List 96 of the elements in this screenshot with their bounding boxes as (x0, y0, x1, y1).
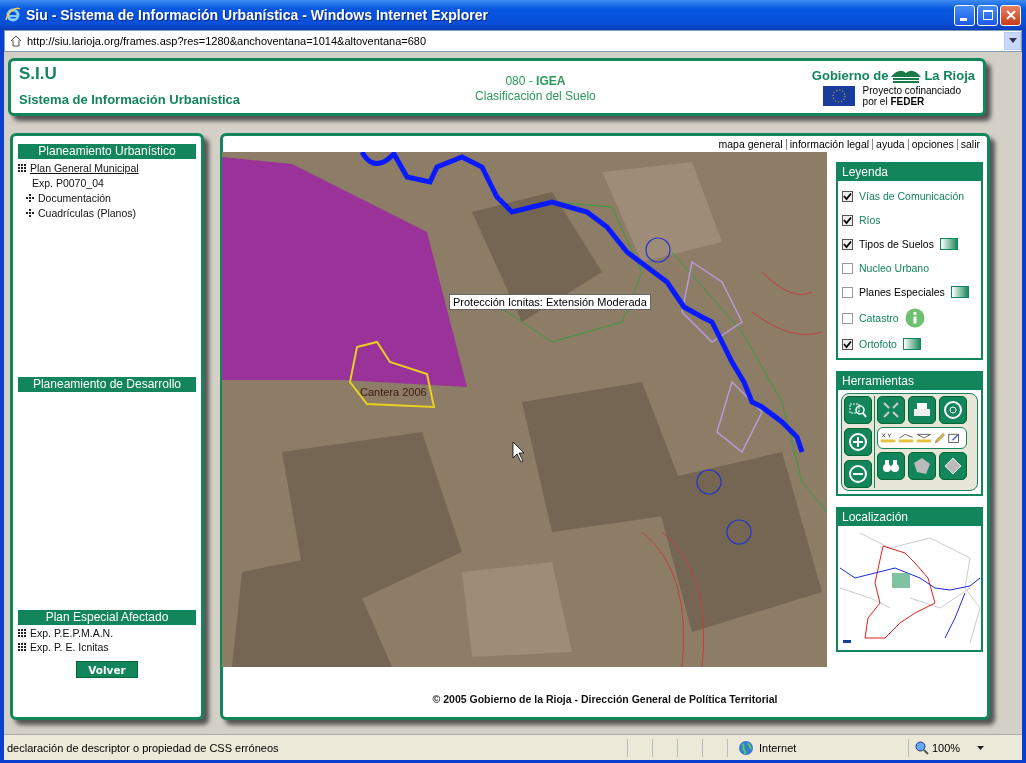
panel-header: Leyenda (838, 164, 981, 181)
nav-link[interactable]: salir (956, 138, 983, 150)
close-icon (1005, 10, 1016, 20)
security-zone: Internet (759, 741, 797, 754)
map-feature-label: Cantera 2006 (360, 386, 427, 398)
tree-item[interactable]: Documentación (38, 192, 111, 204)
arrows-inward-icon (881, 400, 901, 420)
coordinate-ruler-icon[interactable] (880, 431, 896, 445)
cofinance-text: por el FEDER (862, 96, 926, 107)
move-icon (26, 194, 34, 202)
diamond-icon (943, 456, 963, 476)
legend-swatch-icon[interactable] (950, 286, 969, 298)
map-subtitle: Clasificación del Suelo (475, 89, 596, 103)
address-bar[interactable]: http://siu.larioja.org/frames.asp?res=1280&anchoventana=1014&altoventana=680 (4, 30, 1022, 52)
area-ruler-icon[interactable] (916, 431, 932, 445)
zoom-box-icon (848, 400, 868, 420)
close-button[interactable] (1000, 4, 1021, 26)
layer-label[interactable]: Ortofoto (859, 338, 897, 350)
target-icon (943, 400, 963, 420)
tree-item[interactable]: Exp. P0070_04 (32, 177, 104, 189)
zoom-out-button[interactable] (844, 460, 872, 488)
site-name: Sistema de Información Urbanística (19, 92, 242, 107)
layer-label[interactable]: Tipos de Suelos (859, 238, 934, 250)
address-text: http://siu.larioja.org/frames.asp?res=1280&anchoventana=1014&altoventana=680 (27, 35, 428, 47)
map-shape-icon (912, 456, 932, 476)
cofinance-text: Proyecto cofinanciado (862, 85, 961, 96)
zoom-window-button[interactable] (844, 396, 872, 424)
nav-link[interactable]: información legal (785, 138, 873, 150)
panel-header: Localización (838, 509, 981, 526)
cursor-icon (512, 441, 525, 463)
dropdown-button[interactable] (1004, 32, 1021, 50)
tree-item[interactable]: Plan General Municipal (30, 162, 139, 174)
grid-icon (18, 643, 26, 651)
legend-swatch-icon[interactable] (902, 338, 921, 350)
nav-link[interactable]: ayuda (872, 138, 908, 150)
site-acronym: S.I.U (19, 64, 58, 84)
home-icon (10, 35, 22, 47)
layer-checkbox[interactable] (842, 238, 853, 250)
status-message: declaración de descriptor o propiedad de CSS erróneos (6, 741, 280, 754)
minimize-button[interactable] (954, 4, 975, 26)
tree-item[interactable]: Cuadrículas (Planos) (38, 207, 137, 219)
section-header: Planeamiento de Desarrollo (18, 377, 196, 392)
logo-text: Gobierno de (811, 67, 889, 83)
query-map-button[interactable] (908, 452, 936, 480)
back-button[interactable]: Volver (76, 661, 138, 678)
layer-checkbox[interactable] (842, 262, 853, 274)
maximize-icon (982, 10, 993, 20)
layer-checkbox[interactable] (842, 286, 853, 298)
binoculars-button[interactable] (877, 452, 905, 480)
section-header: Plan Especial Afectado (18, 610, 196, 625)
minimize-icon (959, 17, 967, 21)
zoom-in-icon (848, 432, 868, 452)
full-extent-button[interactable] (877, 396, 905, 424)
move-icon (26, 209, 34, 217)
marker-circle (696, 469, 722, 495)
layer-label[interactable]: Nucleo Urbano (859, 262, 930, 274)
grid-icon (18, 164, 26, 172)
browser-logo-icon (5, 7, 21, 23)
grid-icon (18, 629, 26, 637)
zoom-in-button[interactable] (844, 428, 872, 456)
eraser-icon[interactable] (948, 431, 960, 445)
tree-item[interactable]: Exp. P. E. Icnitas (30, 641, 109, 653)
layer-map-button[interactable] (939, 452, 967, 480)
layer-checkbox[interactable] (842, 214, 853, 226)
zoom-out-icon (848, 464, 868, 484)
zoom-level[interactable]: 100% (932, 741, 961, 754)
marker-circle (726, 519, 752, 545)
map-tooltip: Protección Icnitas: Extensión Moderada (449, 294, 651, 310)
marker-circle (645, 237, 671, 263)
aerial-map[interactable]: Protección Icnitas: Extensión Moderada Cantera 2006 (222, 152, 827, 667)
caret-icon[interactable] (977, 745, 985, 750)
globe-icon (738, 739, 754, 756)
section-header: Planeamiento Urbanístico (18, 144, 196, 159)
zoom-icon (915, 740, 929, 755)
nav-link[interactable]: mapa general (715, 138, 786, 150)
caret-icon (1008, 38, 1017, 44)
eu-flag-icon (822, 86, 855, 106)
nav-link[interactable]: opciones (907, 138, 957, 150)
layer-label[interactable]: Vías de Comunicación (859, 190, 965, 202)
panel-header: Herramientas (838, 373, 981, 390)
legend-swatch-icon[interactable] (939, 238, 958, 250)
logo-text: La Rioja (924, 67, 975, 83)
layer-label[interactable]: Planes Especiales (859, 286, 945, 298)
layer-checkbox[interactable] (842, 190, 853, 202)
window-title: Siu - Sistema de Información Urbanística - Windows Internet Explorer (26, 7, 489, 23)
layer-label[interactable]: Ríos (859, 214, 881, 226)
maximize-button[interactable] (977, 4, 998, 26)
target-button[interactable] (939, 396, 967, 424)
layer-checkbox[interactable] (842, 312, 853, 324)
layer-label[interactable]: Catastro (859, 312, 899, 324)
municipality-code: 080 - IGEA (505, 74, 566, 88)
distance-ruler-icon[interactable] (898, 431, 914, 445)
tree-item[interactable]: Exp. P.E.P.M.A.N. (30, 627, 114, 639)
layer-checkbox[interactable] (842, 338, 853, 350)
copyright-text: © 2005 Gobierno de la Rioja - Dirección General de Política Territorial (431, 693, 779, 705)
print-button[interactable] (908, 396, 936, 424)
